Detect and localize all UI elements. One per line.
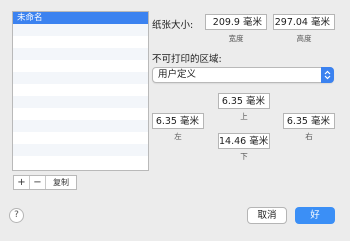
left-margin-field[interactable]: 6.35 毫米 bbox=[152, 113, 204, 129]
non-printable-area-value: 用户定义 bbox=[158, 69, 197, 80]
left-margin-caption: 左 bbox=[174, 132, 182, 141]
list-item[interactable] bbox=[13, 84, 148, 96]
paper-width-caption: 宽度 bbox=[228, 34, 244, 43]
paper-size-label: 纸张大小: bbox=[152, 20, 194, 31]
preset-list[interactable]: 未命名 bbox=[12, 11, 149, 171]
list-item[interactable]: 未命名 bbox=[13, 12, 148, 24]
list-item[interactable] bbox=[13, 60, 148, 72]
bottom-margin-caption: 下 bbox=[240, 152, 248, 161]
non-printable-area-select[interactable]: 用户定义 bbox=[152, 67, 334, 83]
right-margin-caption: 右 bbox=[305, 132, 313, 141]
list-item[interactable] bbox=[13, 144, 148, 156]
duplicate-preset-button[interactable]: 复制 bbox=[46, 176, 76, 189]
list-item[interactable] bbox=[13, 108, 148, 120]
list-item[interactable] bbox=[13, 48, 148, 60]
cancel-button[interactable]: 取消 bbox=[247, 207, 287, 224]
right-margin-field[interactable]: 6.35 毫米 bbox=[283, 113, 335, 129]
list-item[interactable] bbox=[13, 72, 148, 84]
add-preset-button[interactable]: + bbox=[14, 176, 30, 189]
chevron-updown-icon bbox=[321, 67, 334, 83]
list-item[interactable] bbox=[13, 132, 148, 144]
list-button-bar: + − 复制 bbox=[13, 175, 77, 190]
ok-button[interactable]: 好 bbox=[295, 207, 335, 224]
remove-preset-button[interactable]: − bbox=[30, 176, 46, 189]
paper-height-caption: 高度 bbox=[296, 34, 312, 43]
paper-height-field[interactable]: 297.04 毫米 bbox=[273, 14, 335, 30]
list-item[interactable] bbox=[13, 96, 148, 108]
top-margin-caption: 上 bbox=[240, 112, 248, 121]
list-item[interactable] bbox=[13, 120, 148, 132]
custom-paper-size-dialog: 未命名 + − 复制 纸张大小: 209.9 毫米 宽度 297.04 毫米 高… bbox=[0, 0, 350, 241]
list-item[interactable] bbox=[13, 36, 148, 48]
help-button[interactable]: ? bbox=[9, 208, 24, 223]
paper-width-field[interactable]: 209.9 毫米 bbox=[205, 14, 267, 30]
non-printable-area-label: 不可打印的区域: bbox=[152, 54, 222, 65]
top-margin-field[interactable]: 6.35 毫米 bbox=[218, 93, 270, 109]
bottom-margin-field[interactable]: 14.46 毫米 bbox=[218, 133, 270, 149]
list-item[interactable] bbox=[13, 24, 148, 36]
list-item[interactable] bbox=[13, 156, 148, 168]
